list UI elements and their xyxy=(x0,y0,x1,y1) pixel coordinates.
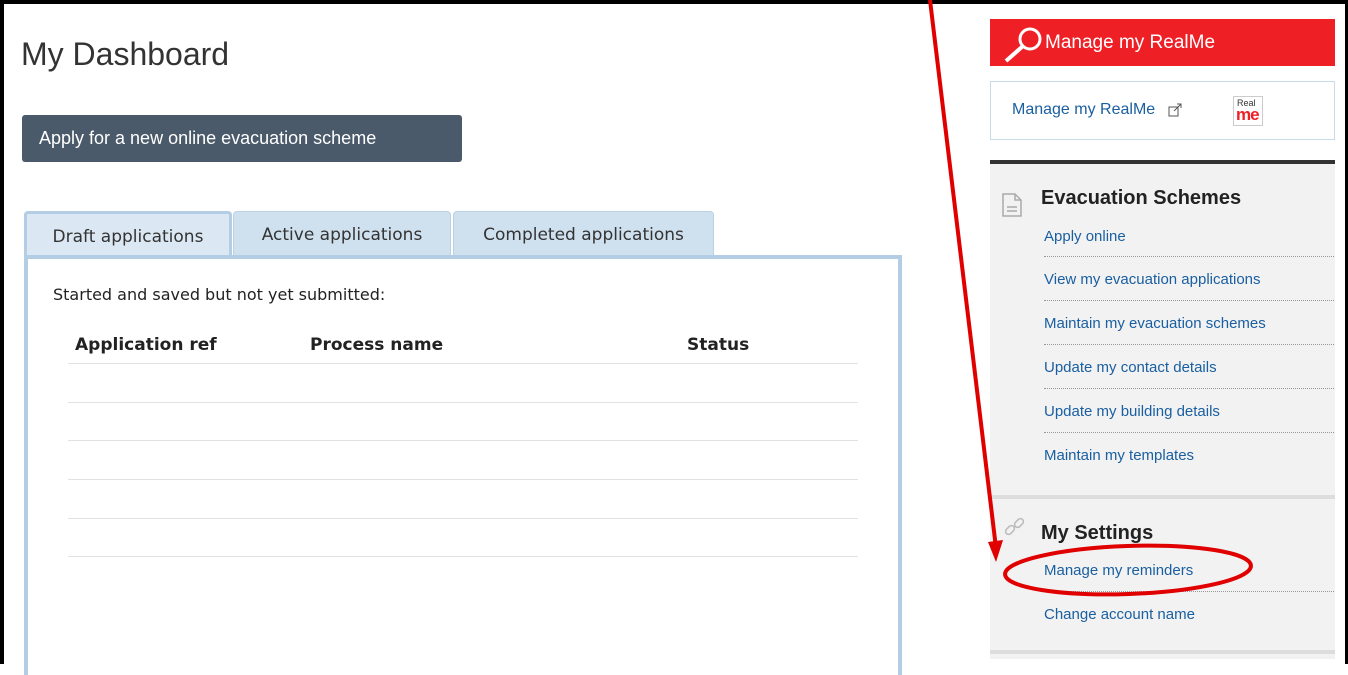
chain-link-icon xyxy=(1004,517,1025,536)
apply-new-scheme-button[interactable]: Apply for a new online evacuation scheme xyxy=(22,115,462,162)
external-link-icon xyxy=(1168,103,1182,117)
link-divider xyxy=(1044,256,1334,257)
realme-logo: Real me xyxy=(1233,96,1263,126)
document-icon xyxy=(1002,193,1022,217)
draft-applications-panel xyxy=(24,255,902,675)
page-title: My Dashboard xyxy=(21,36,230,72)
table-row-divider xyxy=(68,479,858,480)
link-divider xyxy=(1044,388,1334,389)
draft-intro-text: Started and saved but not yet submitted: xyxy=(53,285,386,304)
evacuation-schemes-heading: Evacuation Schemes xyxy=(1041,187,1242,209)
key-icon xyxy=(1004,27,1042,63)
table-row-divider xyxy=(68,402,858,403)
column-header-process-name: Process name xyxy=(310,335,444,355)
manage-realme-link[interactable]: Manage my RealMe xyxy=(1012,101,1155,119)
tab-active-applications[interactable]: Active applications xyxy=(233,211,451,257)
sidebar-link-update-building[interactable]: Update my building details xyxy=(1044,403,1220,420)
link-divider xyxy=(1044,432,1334,433)
link-divider xyxy=(1044,591,1334,592)
table-row-divider xyxy=(68,518,858,519)
sidebar-link-view-applications[interactable]: View my evacuation applications xyxy=(1044,271,1261,288)
link-divider xyxy=(1044,344,1334,345)
tab-completed-applications[interactable]: Completed applications xyxy=(453,211,714,257)
my-settings-heading: My Settings xyxy=(1041,522,1154,544)
sidebar-link-update-contact[interactable]: Update my contact details xyxy=(1044,359,1217,376)
table-row-divider xyxy=(68,440,858,441)
sidebar-link-manage-reminders[interactable]: Manage my reminders xyxy=(1044,562,1193,579)
tab-draft-applications[interactable]: Draft applications xyxy=(24,211,232,257)
column-header-application-ref: Application ref xyxy=(75,335,217,355)
column-header-status: Status xyxy=(687,335,750,355)
link-divider xyxy=(1044,300,1334,301)
table-row-divider xyxy=(68,556,858,557)
sidebar-link-apply-online[interactable]: Apply online xyxy=(1044,228,1126,245)
sidebar-link-change-account-name[interactable]: Change account name xyxy=(1044,606,1195,623)
sidebar-link-maintain-templates[interactable]: Maintain my templates xyxy=(1044,447,1194,464)
table-row-divider xyxy=(68,363,858,364)
sidebar-divider xyxy=(990,650,1335,654)
sidebar-link-maintain-schemes[interactable]: Maintain my evacuation schemes xyxy=(1044,315,1266,332)
